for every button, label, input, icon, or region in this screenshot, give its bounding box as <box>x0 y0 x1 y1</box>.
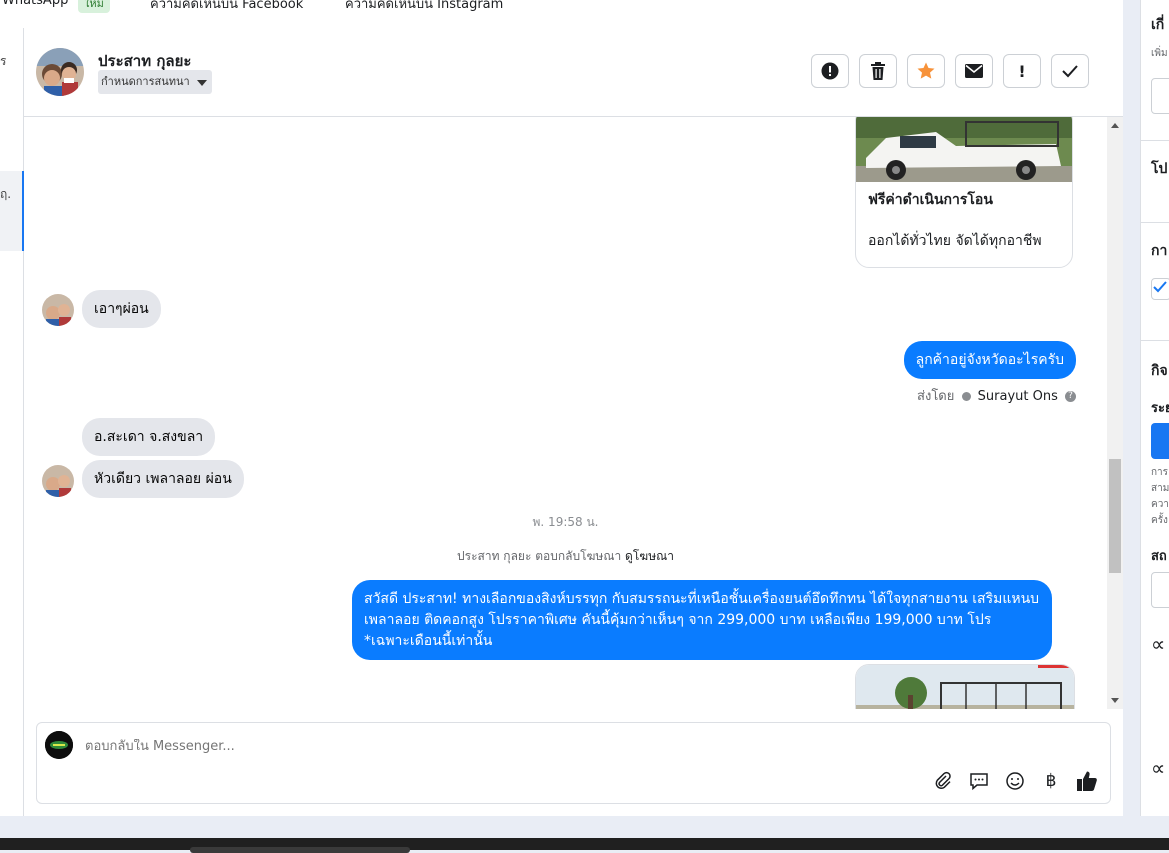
ad-image-card[interactable] <box>855 664 1075 709</box>
exclamation-icon: ! <box>1018 61 1026 81</box>
right-input-field[interactable] <box>1151 78 1169 114</box>
scrollbar-thumb[interactable] <box>1109 459 1121 573</box>
incoming-message: อ.สะเดา จ.สงขลา <box>82 418 216 456</box>
like-button[interactable] <box>1075 769 1099 793</box>
saved-replies-button[interactable] <box>967 769 991 793</box>
alert-icon <box>821 62 839 80</box>
ad-product-card[interactable]: ฟรีค่าดำเนินการโอน ออกได้ทั่วไทย จัดได้ท… <box>855 117 1073 268</box>
mark-unread-button[interactable] <box>955 54 993 88</box>
verified-icon <box>961 392 971 401</box>
reply-input[interactable] <box>85 739 685 754</box>
scroll-up-icon[interactable] <box>1111 123 1119 128</box>
page-avatar <box>45 731 73 759</box>
message-thread[interactable]: ฟรีค่าดำเนินการโอน ออกได้ทั่วไทย จัดได้ท… <box>24 117 1123 709</box>
divider <box>1141 340 1169 341</box>
outgoing-ad-message: สวัสดี ประสาท! ทางเลือกของสิงห์บรรทุก กั… <box>352 580 1052 660</box>
label-checkbox[interactable] <box>1151 278 1169 300</box>
truck-cage-image <box>856 665 1074 709</box>
tab-facebook-comments[interactable]: ความคิดเห็นบน Facebook <box>150 0 303 14</box>
incoming-message: เอาๆผ่อน <box>82 290 161 328</box>
right-item-icon: ∝ <box>1151 632 1166 656</box>
help-icon[interactable]: ? <box>1065 391 1076 402</box>
thread-scrollbar[interactable] <box>1107 117 1123 709</box>
attach-icon <box>935 771 951 790</box>
divider <box>1141 140 1169 141</box>
card-title: ฟรีค่าดำเนินการโอน <box>868 192 993 208</box>
right-note-2: สาม <box>1151 483 1169 494</box>
emoji-icon <box>1006 772 1024 790</box>
report-spam-button[interactable] <box>811 54 849 88</box>
right-status-label: สถ <box>1151 549 1167 564</box>
tab-instagram-comments[interactable]: ความคิดเห็นบน Instagram <box>345 0 503 14</box>
chat-bubble-icon <box>970 773 988 791</box>
emoji-button[interactable] <box>1003 769 1027 793</box>
contact-avatar-small <box>42 294 74 326</box>
conversation-panel: ประสาท กุลยะ กำหนดการสนทนา ! ฟรีค่าดำเนิ… <box>24 28 1123 816</box>
right-heading-labels: กา <box>1151 243 1168 259</box>
contact-avatar-small <box>42 465 74 497</box>
os-taskbar <box>0 838 1169 853</box>
divider <box>1141 222 1169 223</box>
right-note-1: การ <box>1151 467 1169 478</box>
ad-reply-notice: ประสาท กุลยะ ตอบกลับโฆษณา ดูโฆษณา <box>24 547 1107 566</box>
scroll-down-icon[interactable] <box>1111 698 1119 703</box>
channel-tabs-strip: WhatsApp ใหม่ ความคิดเห็นบน Facebook ควา… <box>0 0 1123 29</box>
card-subtitle: ออกได้ทั่วไทย จัดได้ทุกอาชีพ <box>868 233 1042 249</box>
star-button[interactable] <box>907 54 945 88</box>
message-timestamp: พ. 19:58 น. <box>532 515 599 529</box>
star-icon <box>917 62 935 79</box>
left-fragment-a: ร <box>0 54 7 68</box>
envelope-icon <box>965 64 983 78</box>
right-note-3: ควา <box>1151 499 1169 510</box>
assign-label: กำหนดการสนทนา <box>101 75 190 88</box>
view-ad-link[interactable]: ดูโฆษณา <box>625 549 674 563</box>
conversation-header: ประสาท กุลยะ กำหนดการสนทนา ! <box>24 28 1123 117</box>
right-note-4: ครั้ง <box>1151 515 1168 526</box>
right-heading-about: เกี่ <box>1151 17 1165 33</box>
selected-conversation-item[interactable]: ฤ. <box>0 171 24 251</box>
taskbar-search[interactable] <box>190 847 410 853</box>
right-action-button[interactable] <box>1151 423 1169 459</box>
mark-done-button[interactable] <box>1051 54 1089 88</box>
baht-icon: ฿ <box>1045 771 1057 791</box>
delete-button[interactable] <box>859 54 897 88</box>
right-heading-profile: โป <box>1151 161 1168 177</box>
conversation-list-column: ร ฤ. <box>0 28 24 816</box>
left-fragment-b: ฤ. <box>0 187 12 201</box>
incoming-message: หัวเดียว เพลาลอย ผ่อน <box>82 460 244 498</box>
new-badge: ใหม่ <box>78 0 110 13</box>
ad-reply-text: ประสาท กุลยะ ตอบกลับโฆษณา <box>457 549 622 563</box>
follow-up-button[interactable]: ! <box>1003 54 1041 88</box>
thumbs-up-icon <box>1077 771 1097 791</box>
right-item-icon: ∝ <box>1151 756 1166 780</box>
pickup-truck-image <box>856 117 1072 182</box>
payment-button[interactable]: ฿ <box>1039 769 1063 793</box>
contact-avatar[interactable] <box>36 48 84 96</box>
message-composer: ฿ <box>36 722 1111 804</box>
caret-down-icon <box>196 80 207 86</box>
attach-button[interactable] <box>931 769 955 793</box>
trash-icon <box>871 62 885 80</box>
outgoing-message: ลูกค้าอยู่จังหวัดอะไรครับ <box>903 341 1076 379</box>
sent-by-line: ส่งโดย Surayut Ons ? <box>917 385 1076 406</box>
right-subheading: ระย <box>1151 401 1169 416</box>
right-heading-activity: กิจ <box>1151 363 1168 379</box>
sent-by-label: ส่งโดย <box>917 389 955 404</box>
check-icon <box>1153 281 1167 293</box>
contact-details-panel: เกี่ เพิ่ม โป กา กิจ ระย การ สาม ควา ครั… <box>1140 0 1169 816</box>
sent-by-name: Surayut Ons <box>977 389 1058 404</box>
right-add-label: เพิ่ม <box>1151 48 1168 59</box>
check-icon <box>1062 65 1078 78</box>
tab-whatsapp[interactable]: WhatsApp <box>2 0 68 8</box>
right-status-field[interactable] <box>1151 572 1169 608</box>
assign-conversation-dropdown[interactable]: กำหนดการสนทนา <box>98 70 212 94</box>
